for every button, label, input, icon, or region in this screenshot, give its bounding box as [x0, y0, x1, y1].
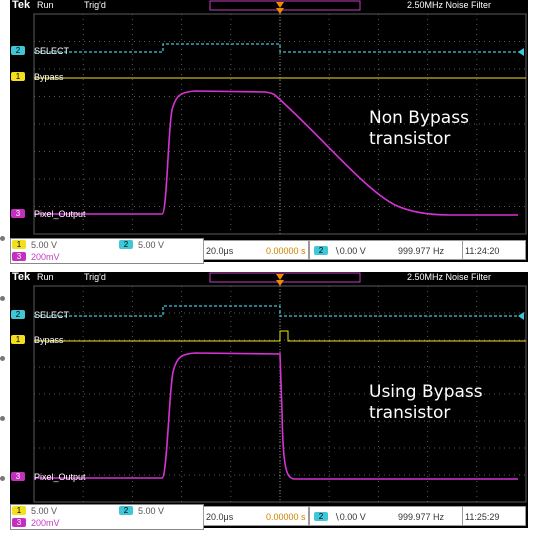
side-dot: [0, 356, 5, 361]
ch2-badge: 2: [11, 310, 25, 319]
ch1-scale-badge: 1: [12, 506, 26, 515]
channel-scale-panel: 1 5.00 V 2 5.00 V 3 200mV: [10, 238, 204, 264]
run-status: Run: [37, 0, 54, 10]
ch2-scale: 5.00 V: [138, 240, 165, 250]
scope-screen-non-bypass: Tek Run Trig'd 2.50MHz Noise Filter 2 SE…: [10, 0, 528, 243]
select-trace: [34, 305, 522, 317]
ch1-badge: 1: [11, 72, 25, 81]
side-dot: [0, 476, 5, 481]
frequency-readout: 999.977 Hz: [398, 512, 445, 522]
ch2-label: SELECT: [34, 310, 70, 320]
side-dot: [0, 236, 5, 241]
clock: 11:24:20: [465, 246, 500, 256]
ch2-scale-badge: 2: [119, 240, 133, 249]
run-status: Run: [37, 272, 54, 282]
clock: 11:25:29: [465, 512, 500, 522]
ch3-label: Pixel_Output: [34, 209, 86, 219]
ch2-level-marker: [518, 48, 524, 56]
scope2-status-bar: 1 5.00 V 2 5.00 V 3 200mV 20.0μs 0.00000…: [10, 504, 528, 530]
trigger-position-marker: [276, 274, 284, 280]
frequency-readout: 999.977 Hz: [398, 246, 445, 256]
side-dot: [0, 416, 5, 421]
ch3-badge: 3: [11, 472, 25, 481]
ch2-scale-badge: 2: [119, 506, 133, 515]
record-length-box: [209, 272, 361, 283]
brand-label: Tek: [12, 271, 31, 283]
trigger-level: ∖0.00 V: [334, 246, 366, 256]
horizontal-position: 0.00000 s: [266, 246, 306, 256]
bandwidth-filter: 2.50MHz Noise Filter: [407, 0, 492, 10]
trigger-point-marker: [276, 8, 284, 14]
timebase: 20.0μs: [206, 246, 234, 256]
ch2-level-marker: [518, 312, 524, 320]
channel-scale-panel: 1 5.00 V 2 5.00 V 3 200mV: [10, 504, 204, 530]
trigger-status: Trig'd: [84, 272, 106, 282]
brand-label: Tek: [12, 0, 31, 11]
select-trace: [34, 43, 522, 53]
ch3-label: Pixel_Output: [34, 472, 86, 482]
ch3-badge: 3: [11, 209, 25, 218]
bypass-trace: [34, 330, 526, 342]
ch3-scale-badge: 3: [12, 518, 26, 527]
scope-screen-bypass: Tek Run Trig'd 2.50MHz Noise Filter 2 SE…: [10, 272, 528, 512]
record-length-box: [209, 0, 361, 11]
annotation-non-bypass: Non Bypass transistor: [369, 108, 469, 149]
bandwidth-filter: 2.50MHz Noise Filter: [407, 272, 492, 282]
side-dot: [0, 296, 5, 301]
scope1-status-bar: 1 5.00 V 2 5.00 V 3 200mV 20.0μs 0.00000…: [10, 238, 528, 264]
timebase: 20.0μs: [206, 512, 234, 522]
ch1-scale: 5.00 V: [31, 506, 58, 516]
trigger-source-badge: 2: [314, 512, 328, 521]
trigger-point-marker: [276, 280, 284, 286]
trigger-position-marker: [276, 2, 284, 8]
ch1-label: Bypass: [34, 335, 64, 345]
horizontal-position: 0.00000 s: [266, 512, 306, 522]
annotation-bypass: Using Bypass transistor: [369, 382, 483, 423]
trigger-status: Trig'd: [84, 0, 106, 10]
ch1-label: Bypass: [34, 72, 64, 82]
ch3-scale: 200mV: [31, 252, 60, 262]
ch1-scale: 5.00 V: [31, 240, 58, 250]
ch2-label: SELECT: [34, 46, 70, 56]
ch1-scale-badge: 1: [12, 240, 26, 249]
trigger-source-badge: 2: [314, 246, 328, 255]
trigger-level: ∖0.00 V: [334, 512, 366, 522]
ch2-scale: 5.00 V: [138, 506, 165, 516]
ch2-badge: 2: [11, 46, 25, 55]
ch3-scale-badge: 3: [12, 252, 26, 261]
ch3-scale: 200mV: [31, 518, 60, 528]
ch1-badge: 1: [11, 335, 25, 344]
